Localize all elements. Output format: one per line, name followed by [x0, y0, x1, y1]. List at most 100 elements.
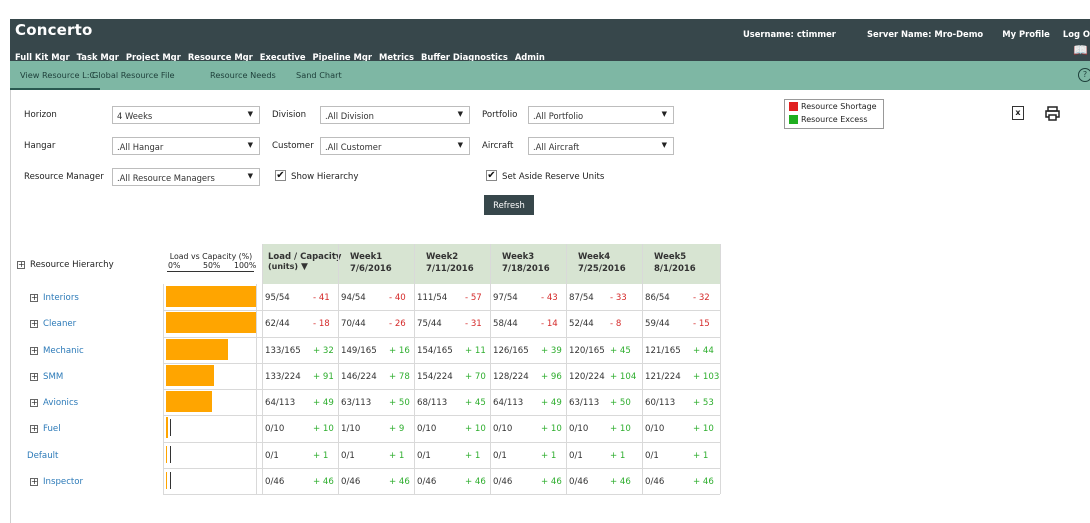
app-logo: Concerto	[15, 21, 93, 39]
load-capacity-value: 64/113	[265, 398, 296, 408]
show-hierarchy-checkbox[interactable]: ✔	[275, 170, 286, 181]
customer-select[interactable]: .All Customer ▼	[320, 137, 470, 155]
load-capacity-value: 62/44	[265, 319, 290, 330]
row-divider	[163, 467, 720, 469]
load-capacity-value: 120/224	[569, 371, 605, 382]
delta-value: + 32	[313, 345, 334, 356]
help-icon[interactable]: ?	[1078, 68, 1090, 82]
delta-value: + 44	[693, 345, 714, 356]
delta-value: + 10	[313, 424, 334, 435]
subnav-sand-chart[interactable]: Sand Chart	[296, 70, 342, 80]
row-label-cleaner[interactable]: + Cleaner	[30, 319, 76, 329]
delta-value: + 10	[610, 424, 631, 435]
username-label: Username: ctimmer	[742, 29, 836, 39]
aircraft-select[interactable]: .All Aircraft ▼	[528, 137, 674, 155]
expand-icon[interactable]: +	[30, 372, 38, 381]
load-capacity-value: 154/165	[417, 345, 453, 356]
delta-value: + 49	[541, 398, 562, 408]
week-header-3: Week3 7/18/2016	[502, 252, 550, 274]
horizon-select[interactable]: 4 Weeks ▼	[112, 106, 260, 124]
shortage-swatch	[789, 102, 798, 111]
expand-icon[interactable]: +	[30, 346, 38, 355]
load-capacity-header[interactable]: Load / Capacity (units) ▼	[268, 252, 341, 272]
row-label-smm[interactable]: + SMM	[30, 372, 63, 382]
expand-icon[interactable]: +	[30, 294, 38, 302]
division-select[interactable]: .All Division ▼	[320, 106, 470, 124]
load-capacity-value: 121/224	[645, 371, 681, 382]
expand-icon[interactable]: +	[30, 425, 38, 434]
load-capacity-value: 0/1	[265, 450, 279, 461]
portfolio-select[interactable]: .All Portfolio ▼	[528, 106, 674, 124]
delta-value: - 26	[389, 319, 406, 330]
row-label-avionics[interactable]: + Avionics	[30, 398, 78, 408]
delta-value: - 18	[313, 319, 330, 330]
expand-icon[interactable]: +	[30, 320, 38, 329]
delta-value: + 70	[465, 371, 486, 382]
load-capacity-value: 0/46	[417, 476, 437, 487]
row-label-inspector[interactable]: + Inspector	[30, 477, 83, 487]
row-label-mechanic[interactable]: + Mechanic	[30, 346, 84, 356]
delta-value: - 33	[610, 293, 627, 303]
my-profile-link[interactable]: My Profile	[1002, 29, 1050, 39]
load-capacity-value: 0/46	[341, 476, 361, 487]
refresh-button[interactable]: Refresh	[484, 195, 534, 215]
book-icon[interactable]: 📖	[1073, 43, 1088, 57]
chevron-down-icon: ▼	[247, 172, 253, 180]
load-capacity-value: 95/54	[265, 293, 290, 303]
expand-icon[interactable]: +	[30, 399, 38, 407]
resource-manager-select[interactable]: .All Resource Managers ▼	[112, 168, 260, 186]
resource-hierarchy-header[interactable]: + Resource Hierarchy	[17, 260, 114, 270]
expand-icon[interactable]: +	[17, 261, 25, 269]
subnav-resource-needs[interactable]: Resource Needs	[210, 70, 276, 80]
legend-shortage: Resource Shortage	[789, 102, 877, 111]
delta-value: + 46	[313, 476, 334, 487]
delta-value: + 10	[465, 424, 486, 435]
week-header-5: Week5 8/1/2016	[654, 252, 696, 274]
chevron-down-icon: ▼	[457, 141, 463, 149]
delta-value: + 1	[465, 450, 481, 461]
chevron-down-icon: ▼	[457, 110, 463, 118]
delta-value: + 53	[693, 398, 714, 408]
row-label-default[interactable]: Default	[27, 451, 58, 461]
column-divider	[490, 244, 491, 494]
load-capacity-value: 128/224	[493, 371, 529, 382]
delta-value: + 1	[389, 450, 405, 461]
row-divider	[163, 310, 720, 312]
legend: Resource Shortage Resource Excess	[784, 99, 884, 129]
load-capacity-value: 0/1	[493, 450, 507, 461]
load-bar-zero	[166, 471, 167, 489]
subnav-global-resource-file[interactable]: Global Resource File	[92, 70, 175, 80]
load-capacity-value: 0/10	[645, 424, 665, 435]
subnav-view-resource-l-c[interactable]: View Resource L:C	[20, 70, 95, 80]
chevron-down-icon: ▼	[247, 141, 253, 149]
hangar-select[interactable]: .All Hangar ▼	[112, 137, 260, 155]
lvc-axis: 0% 50% 100%	[166, 261, 256, 273]
print-icon[interactable]	[1045, 106, 1060, 121]
row-label-fuel[interactable]: + Fuel	[30, 424, 61, 434]
load-capacity-value: 133/165	[265, 345, 301, 356]
week-header-1: Week1 7/6/2016	[350, 252, 392, 274]
delta-value: + 1	[313, 450, 329, 461]
delta-value: + 46	[389, 476, 410, 487]
horizon-label: Horizon	[24, 110, 57, 120]
load-capacity-value: 0/46	[493, 476, 513, 487]
capacity-marker	[170, 445, 171, 463]
delta-value: - 31	[465, 319, 482, 330]
load-capacity-value: 111/54	[417, 293, 448, 303]
lvc-tick-100: 100%	[234, 261, 257, 270]
set-aside-checkbox[interactable]: ✔	[486, 170, 497, 181]
load-capacity-value: 52/44	[569, 319, 594, 330]
load-bar	[166, 417, 168, 439]
row-label-interiors[interactable]: + Interiors	[30, 293, 79, 303]
delta-value: + 104	[610, 371, 637, 382]
excel-export-icon[interactable]: x	[1012, 106, 1024, 120]
load-capacity-value: 70/44	[341, 319, 366, 330]
expand-icon[interactable]: +	[30, 477, 38, 486]
delta-value: - 57	[465, 293, 482, 303]
load-capacity-value: 0/1	[569, 450, 583, 461]
logout-link[interactable]: Log O	[1063, 29, 1090, 39]
sort-desc-icon[interactable]: ▼	[301, 262, 308, 272]
load-capacity-value: 64/113	[493, 398, 524, 408]
legend-excess: Resource Excess	[789, 115, 868, 124]
load-capacity-value: 63/113	[341, 398, 372, 408]
